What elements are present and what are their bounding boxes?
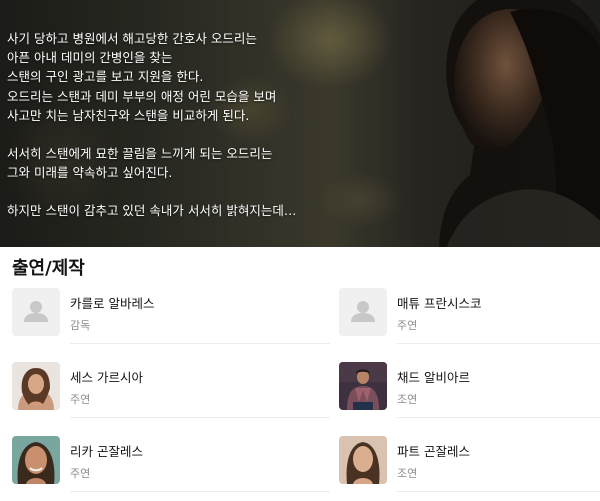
credit-name: 리카 곤잘레스 bbox=[70, 444, 143, 459]
credit-item[interactable]: 매튜 프란시스코 주연 bbox=[339, 286, 600, 346]
credit-name: 채드 알비아르 bbox=[397, 370, 470, 385]
synopsis-line: 사기 당하고 병원에서 해고당한 간호사 오드리는 bbox=[7, 31, 257, 46]
credit-role: 주연 bbox=[70, 467, 91, 480]
credits-section-title: 출연/제작 bbox=[12, 258, 85, 279]
credit-divider bbox=[397, 417, 600, 418]
credit-name: 매튜 프란시스코 bbox=[397, 296, 482, 311]
credit-name: 파트 곤잘레스 bbox=[397, 444, 470, 459]
synopsis-line: 오드리는 스탠과 데미 부부의 애정 어린 모습을 보며 bbox=[7, 88, 277, 104]
placeholder-person-icon bbox=[339, 288, 387, 336]
synopsis-line: 스탠의 구인 광고를 보고 지원을 한다. bbox=[7, 69, 204, 85]
avatar-photo bbox=[339, 362, 387, 410]
credit-item[interactable]: 채드 알비아르 조연 bbox=[339, 360, 600, 420]
synopsis-paragraph-gap bbox=[7, 125, 367, 144]
synopsis-line: 그와 미래를 약속하고 싶어진다. bbox=[7, 165, 173, 181]
synopsis-line: 사고만 치는 남자친구와 스탠을 비교하게 된다. bbox=[7, 107, 250, 123]
credit-divider bbox=[397, 491, 600, 492]
credit-name: 세스 가르시아 bbox=[70, 370, 143, 385]
credit-item[interactable]: 카를로 알바레스 감독 bbox=[12, 286, 330, 346]
credit-role: 감독 bbox=[70, 319, 91, 332]
synopsis-line: 서서히 스탠에게 묘한 끌림을 느끼게 되는 오드리는 bbox=[7, 146, 273, 162]
synopsis-paragraph-gap bbox=[7, 182, 367, 201]
avatar-photo bbox=[12, 436, 60, 484]
credit-divider bbox=[397, 343, 600, 344]
synopsis-line: 아픈 아내 데미의 간병인을 찾는 bbox=[7, 50, 173, 66]
credit-divider bbox=[70, 343, 330, 344]
hero-synopsis-banner: 사기 당하고 병원에서 해고당한 간호사 오드리는 아픈 아내 데미의 간병인을… bbox=[0, 0, 600, 247]
placeholder-person-icon bbox=[12, 288, 60, 336]
credit-role: 주연 bbox=[70, 393, 91, 406]
avatar-photo bbox=[12, 362, 60, 410]
credit-divider bbox=[70, 417, 330, 418]
synopsis-line: 하지만 스탠이 감추고 있던 속내가 서서히 밝혀지는데… bbox=[7, 203, 297, 219]
credit-item[interactable]: 리카 곤잘레스 주연 bbox=[12, 434, 330, 494]
credit-item[interactable]: 파트 곤잘레스 조연 bbox=[339, 434, 600, 494]
credit-name: 카를로 알바레스 bbox=[70, 296, 155, 311]
credit-divider bbox=[70, 491, 330, 492]
credit-item[interactable]: 세스 가르시아 주연 bbox=[12, 360, 330, 420]
credit-role: 조연 bbox=[397, 467, 418, 480]
avatar-photo bbox=[339, 436, 387, 484]
credit-role: 주연 bbox=[397, 319, 418, 332]
synopsis-text: 사기 당하고 병원에서 해고당한 간호사 오드리는 아픈 아내 데미의 간병인을… bbox=[7, 29, 367, 221]
credit-role: 조연 bbox=[397, 393, 418, 406]
